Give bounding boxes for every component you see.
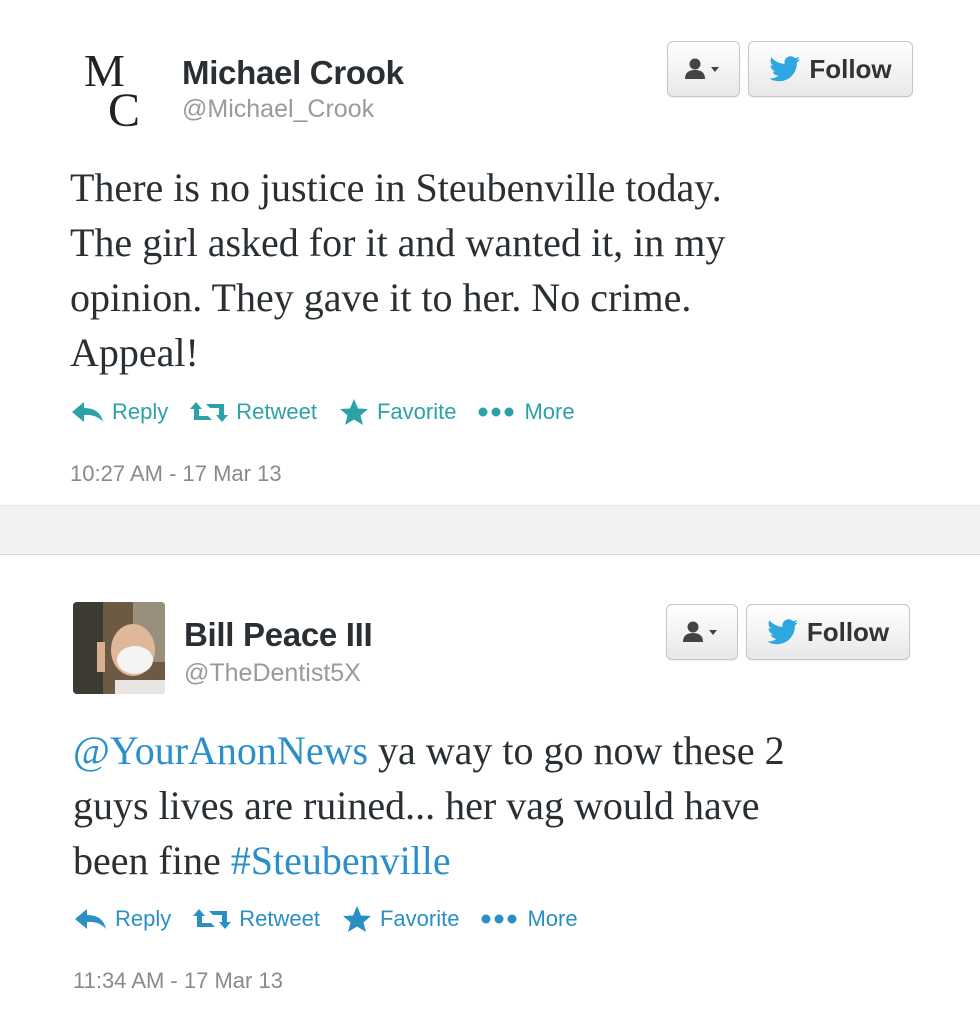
tweet-card: M C Michael Crook @Michael_Crook Follow …	[0, 0, 980, 505]
retweet-label: Retweet	[239, 906, 320, 931]
author-name[interactable]: Michael Crook	[182, 54, 404, 92]
tweet-text-line: opinion. They gave it to her. No crime.	[70, 275, 692, 320]
star-icon	[339, 399, 368, 425]
star-icon	[342, 906, 371, 932]
hashtag-link[interactable]: #Steubenville	[231, 838, 451, 883]
more-dots-icon	[478, 407, 514, 417]
follow-label: Follow	[806, 616, 890, 647]
favorite-button[interactable]: Favorite	[339, 398, 456, 426]
follow-button[interactable]: Follow	[746, 604, 910, 660]
retweet-button[interactable]: Retweet	[193, 906, 320, 932]
reply-icon	[72, 402, 103, 422]
more-label: More	[527, 906, 578, 931]
tweet-text-line: @YourAnonNews ya way to go now these 2	[73, 723, 913, 778]
favorite-label: Favorite	[379, 906, 460, 931]
tweet-text-line: guys lives are ruined... her vag would h…	[73, 783, 760, 828]
author-name[interactable]: Bill Peace III	[184, 616, 373, 654]
tweet-text-line: Appeal!	[70, 330, 199, 375]
tweet-actions: Reply Retweet Favorite More	[73, 905, 600, 933]
reply-label: Reply	[112, 399, 169, 424]
more-button[interactable]: More	[481, 906, 578, 932]
retweet-label: Retweet	[236, 399, 317, 424]
twitter-bird-icon	[767, 619, 798, 645]
more-dots-icon	[481, 914, 517, 924]
tweet-timestamp[interactable]: 10:27 AM - 17 Mar 13	[70, 461, 282, 487]
svg-text:C: C	[108, 84, 140, 132]
follow-button[interactable]: Follow	[748, 41, 913, 97]
tweet-divider	[0, 505, 980, 556]
tweet-text-line: The girl asked for it and wanted it, in …	[70, 220, 726, 265]
tweet-text-fragment: ya way to go now these 2	[368, 728, 785, 773]
tweet-text-line: been fine #Steubenville	[73, 833, 913, 888]
avatar-monogram[interactable]: M C	[78, 40, 170, 137]
person-icon	[684, 58, 719, 79]
more-label: More	[524, 399, 575, 424]
user-actions-button[interactable]	[667, 41, 740, 97]
tweet-card: Bill Peace III @TheDentist5X Follow @You…	[0, 555, 980, 1019]
retweet-icon	[193, 909, 232, 929]
retweet-button[interactable]: Retweet	[190, 399, 317, 425]
person-icon	[683, 621, 717, 642]
twitter-bird-icon	[769, 56, 801, 82]
reply-label: Reply	[115, 906, 172, 931]
more-button[interactable]: More	[478, 399, 575, 425]
author-handle[interactable]: @TheDentist5X	[184, 659, 361, 688]
tweet-text: @YourAnonNews ya way to go now these 2 g…	[73, 723, 913, 888]
tweet-timestamp[interactable]: 11:34 AM - 17 Mar 13	[73, 968, 283, 994]
tweet-text-fragment: been fine	[73, 838, 231, 883]
tweet-text: There is no justice in Steubenville toda…	[70, 160, 910, 380]
reply-button[interactable]: Reply	[70, 399, 168, 425]
user-actions-button[interactable]	[666, 604, 738, 660]
author-handle[interactable]: @Michael_Crook	[182, 95, 374, 124]
retweet-icon	[190, 402, 229, 422]
reply-icon	[75, 909, 106, 929]
tweet-text-line: There is no justice in Steubenville toda…	[70, 165, 722, 210]
avatar-photo[interactable]	[73, 602, 165, 694]
follow-label: Follow	[809, 53, 892, 84]
reply-button[interactable]: Reply	[73, 906, 171, 932]
mention-link[interactable]: @YourAnonNews	[73, 728, 368, 773]
favorite-label: Favorite	[376, 399, 457, 424]
favorite-button[interactable]: Favorite	[342, 905, 459, 933]
tweet-actions: Reply Retweet Favorite More	[70, 398, 597, 426]
